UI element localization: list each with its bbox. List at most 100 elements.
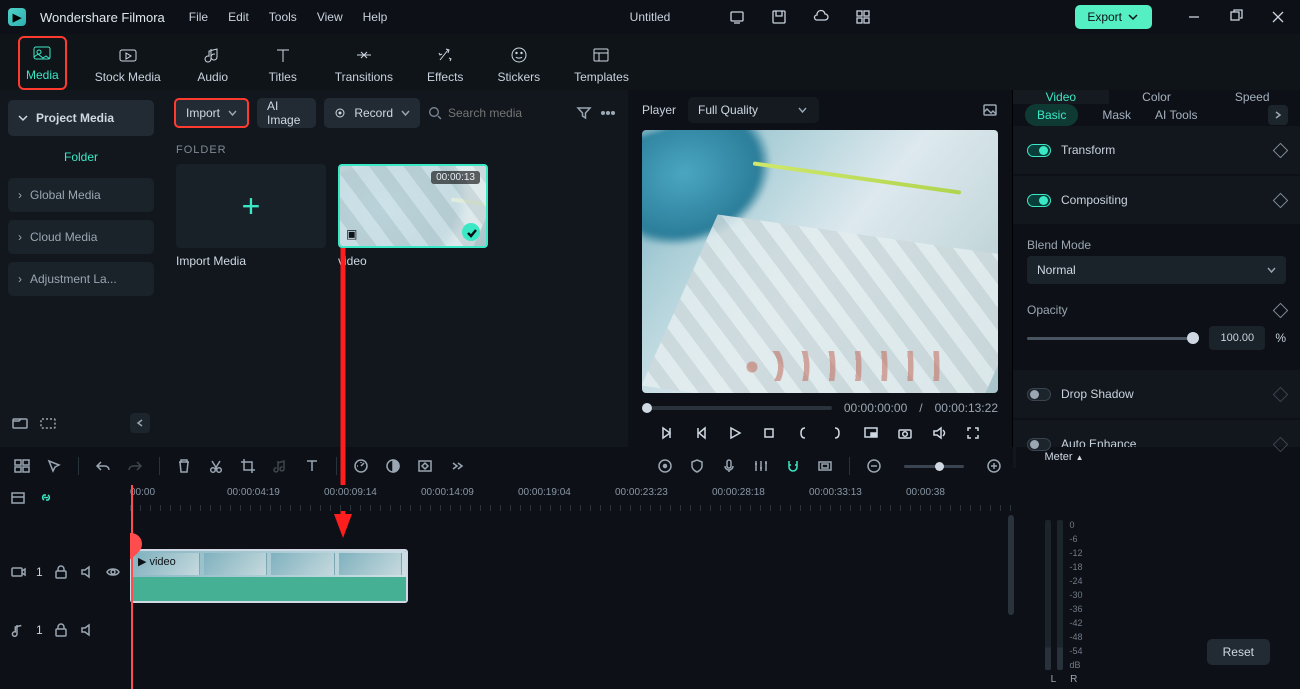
new-bin-icon[interactable] [40, 415, 56, 431]
search-input[interactable] [448, 106, 568, 120]
media-clip[interactable]: 00:00:13 ▣ [338, 164, 488, 248]
dropshadow-toggle[interactable] [1027, 388, 1051, 401]
nav-stock[interactable]: Stock Media [89, 40, 167, 90]
video-track-head[interactable]: 1 [0, 543, 130, 601]
nav-effects[interactable]: Effects [421, 40, 469, 90]
nav-transitions[interactable]: Transitions [329, 40, 399, 90]
volume-icon[interactable] [931, 425, 947, 441]
import-button[interactable]: Import [174, 98, 249, 128]
prev-frame-icon[interactable] [659, 425, 675, 441]
ai-image-button[interactable]: AI Image [257, 98, 316, 128]
opacity-value[interactable]: 100.00 [1209, 326, 1265, 350]
maximize-icon[interactable] [1228, 9, 1244, 25]
project-media-button[interactable]: Project Media [8, 100, 154, 136]
marker-icon[interactable] [657, 458, 673, 474]
fullscreen-icon[interactable] [965, 425, 981, 441]
keyframe-icon[interactable] [1273, 192, 1289, 208]
compositing-toggle[interactable] [1027, 194, 1051, 207]
reset-button[interactable]: Reset [1207, 639, 1270, 665]
text-icon[interactable] [304, 458, 320, 474]
keyframe-icon[interactable] [1273, 302, 1289, 318]
select-tool-icon[interactable] [46, 458, 62, 474]
zoom-in-icon[interactable] [986, 458, 1002, 474]
nav-titles[interactable]: Titles [259, 40, 307, 90]
blend-mode-select[interactable]: Normal [1027, 256, 1286, 284]
record-button[interactable]: Record [324, 98, 420, 128]
mark-out-icon[interactable] [829, 425, 845, 441]
collapse-sidebar-button[interactable] [130, 413, 150, 433]
more-tools-icon[interactable] [449, 458, 465, 474]
mute-icon[interactable] [79, 622, 95, 638]
minimize-icon[interactable] [1186, 9, 1202, 25]
timeline-clip[interactable]: ▶ video [130, 549, 408, 603]
redo-icon[interactable] [127, 458, 143, 474]
sidebar-item-cloud[interactable]: ›Cloud Media [8, 220, 154, 254]
autoenhance-toggle[interactable] [1027, 438, 1051, 451]
music-beat-icon[interactable] [272, 458, 288, 474]
mute-icon[interactable] [79, 564, 95, 580]
menu-view[interactable]: View [317, 10, 343, 24]
playhead[interactable] [131, 485, 133, 689]
close-icon[interactable] [1270, 9, 1286, 25]
delete-icon[interactable] [176, 458, 192, 474]
player-seekbar[interactable] [642, 406, 832, 410]
voice-icon[interactable] [721, 458, 737, 474]
undo-icon[interactable] [95, 458, 111, 474]
keyframe-icon[interactable] [1273, 386, 1289, 402]
zoom-slider[interactable] [904, 465, 964, 468]
subtab-basic[interactable]: Basic [1025, 104, 1078, 126]
frame-icon[interactable] [817, 458, 833, 474]
menu-file[interactable]: File [189, 10, 208, 24]
player-preview[interactable] [642, 130, 998, 393]
link-icon[interactable] [38, 490, 54, 506]
subtab-ai[interactable]: AI Tools [1155, 108, 1197, 122]
keyframe-panel-icon[interactable] [417, 458, 433, 474]
menu-edit[interactable]: Edit [228, 10, 249, 24]
zoom-out-icon[interactable] [866, 458, 882, 474]
snapshot-gallery-icon[interactable] [982, 102, 998, 118]
folder-label[interactable]: Folder [8, 144, 154, 170]
display-icon[interactable] [729, 9, 745, 25]
save-icon[interactable] [771, 9, 787, 25]
split-icon[interactable] [208, 458, 224, 474]
lock-icon[interactable] [53, 564, 69, 580]
cloud-icon[interactable] [813, 9, 829, 25]
tab-color[interactable]: Color [1109, 90, 1205, 104]
grid-icon[interactable] [855, 9, 871, 25]
nav-media[interactable]: Media [18, 36, 67, 90]
play-icon[interactable] [727, 425, 743, 441]
timeline-scrollbar[interactable] [1008, 515, 1014, 615]
nav-templates[interactable]: Templates [568, 40, 635, 90]
speed-icon[interactable] [353, 458, 369, 474]
step-back-icon[interactable] [693, 425, 709, 441]
timeline-options-icon[interactable] [10, 490, 26, 506]
filter-icon[interactable] [576, 105, 592, 121]
sidebar-item-global[interactable]: ›Global Media [8, 178, 154, 212]
eye-icon[interactable] [105, 564, 121, 580]
shield-icon[interactable] [689, 458, 705, 474]
magnet-icon[interactable] [785, 458, 801, 474]
mixer-icon[interactable] [753, 458, 769, 474]
quality-dropdown[interactable]: Full Quality [688, 97, 819, 123]
menu-tools[interactable]: Tools [269, 10, 297, 24]
import-media-card[interactable]: + [176, 164, 326, 248]
tab-video[interactable]: Video [1013, 90, 1109, 104]
keyframe-icon[interactable] [1273, 142, 1289, 158]
opacity-slider[interactable] [1027, 337, 1199, 340]
nav-stickers[interactable]: Stickers [491, 40, 546, 90]
stop-icon[interactable] [761, 425, 777, 441]
subtab-more[interactable] [1268, 105, 1288, 125]
mark-in-icon[interactable] [795, 425, 811, 441]
color-icon[interactable] [385, 458, 401, 474]
pip-icon[interactable] [863, 425, 879, 441]
lock-icon[interactable] [53, 622, 69, 638]
menu-help[interactable]: Help [363, 10, 388, 24]
timeline-ruler[interactable]: 00:0000:00:04:1900:00:09:1400:00:14:0900… [130, 485, 1016, 511]
export-button[interactable]: Export [1075, 5, 1152, 29]
tab-speed[interactable]: Speed [1204, 90, 1300, 104]
timeline-body[interactable]: 00:0000:00:04:1900:00:09:1400:00:14:0900… [130, 485, 1016, 689]
new-folder-icon[interactable] [12, 415, 28, 431]
more-icon[interactable] [600, 105, 616, 121]
snapshot-icon[interactable] [897, 425, 913, 441]
sidebar-item-adjustment[interactable]: ›Adjustment La... [8, 262, 154, 296]
